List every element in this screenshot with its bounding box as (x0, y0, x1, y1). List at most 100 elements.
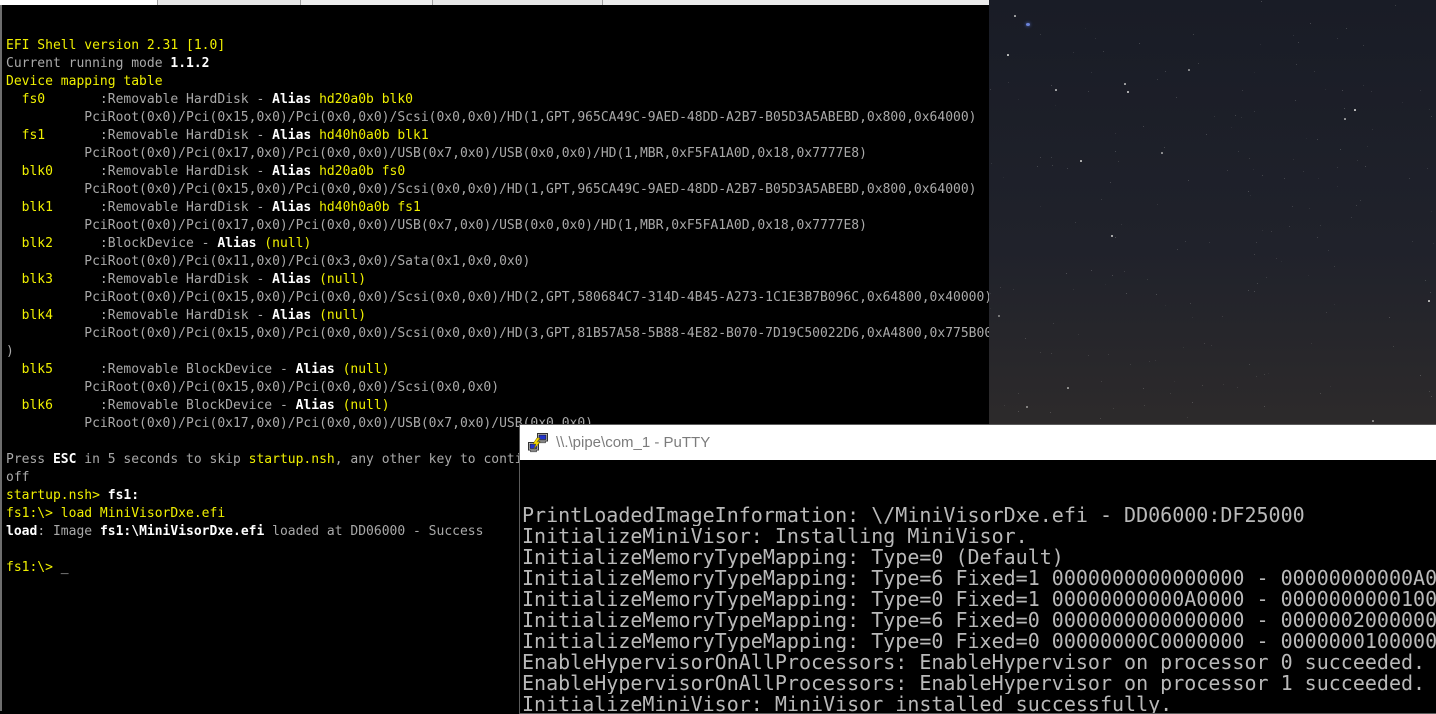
star-speck (1143, 126, 1144, 127)
star-speck (1431, 211, 1432, 212)
star-speck (1337, 38, 1338, 39)
star-speck (1402, 102, 1403, 103)
star-speck (1091, 72, 1092, 73)
star-speck (1091, 270, 1092, 271)
star-speck (1149, 361, 1150, 362)
star-speck (1320, 393, 1321, 394)
putty-line: InitializeMiniVisor: MiniVisor installed… (522, 694, 1436, 713)
star-speck (1073, 52, 1074, 53)
star-speck (1340, 149, 1341, 150)
star-speck (1260, 44, 1261, 45)
star-speck (1296, 64, 1297, 65)
star-speck (1040, 157, 1041, 158)
star-speck (1139, 43, 1140, 44)
putty-line: InitializeMemoryTypeMapping: Type=0 (Def… (522, 547, 1436, 568)
star-speck (1105, 284, 1106, 285)
star-speck (1018, 99, 1019, 100)
putty-terminal[interactable]: PrintLoadedImageInformation: \/MiniVisor… (520, 460, 1436, 713)
putty-titlebar[interactable]: \\.\pipe\com_1 - PuTTY (520, 425, 1436, 460)
star-speck (1330, 386, 1331, 387)
star-speck (1170, 393, 1171, 394)
console-line: PciRoot(0x0)/Pci(0x17,0x0)/Pci(0x0,0x0)/… (6, 145, 989, 163)
star-speck (1264, 374, 1265, 375)
bright-blue-star (1026, 23, 1030, 26)
star-speck (1431, 396, 1432, 397)
star-speck (1342, 90, 1343, 91)
star-speck (1183, 347, 1184, 348)
star-speck (1073, 289, 1074, 290)
star-speck (1284, 178, 1285, 179)
star-speck (1231, 127, 1232, 128)
star-speck (1115, 151, 1116, 152)
star-speck (1080, 160, 1082, 162)
star-speck (1204, 343, 1205, 344)
putty-line: EnableHypervisorOnAllProcessors: EnableH… (522, 652, 1436, 673)
star-speck (1372, 129, 1373, 130)
star-speck (1124, 271, 1125, 272)
star-speck (1051, 85, 1052, 86)
star-speck (1206, 134, 1207, 135)
star-speck (1026, 406, 1028, 408)
star-speck (1433, 243, 1434, 244)
star-speck (1144, 405, 1145, 406)
console-line: blk3 :Removable HardDisk - Alias (null) (6, 271, 989, 289)
star-speck (1111, 235, 1113, 237)
star-speck (1420, 90, 1421, 91)
star-speck (1346, 28, 1347, 29)
star-speck (1395, 5, 1396, 6)
star-speck (1328, 250, 1329, 251)
star-speck (1248, 290, 1249, 291)
star-speck (1254, 111, 1255, 112)
star-speck (1268, 373, 1269, 374)
star-speck (1190, 303, 1191, 304)
console-line: ) (6, 343, 989, 361)
star-speck (1103, 51, 1104, 52)
star-speck (1214, 116, 1215, 117)
star-speck (1018, 411, 1019, 412)
star-speck (1101, 381, 1102, 382)
star-speck (1113, 408, 1114, 409)
star-speck (1334, 266, 1335, 267)
star-speck (1000, 287, 1001, 288)
star-speck (1317, 237, 1318, 238)
star-speck (1371, 91, 1372, 92)
console-line: blk0 :Removable HardDisk - Alias hd20a0b… (6, 163, 989, 181)
star-speck (1052, 165, 1053, 166)
star-speck (1420, 375, 1421, 376)
putty-terminal-output: PrintLoadedImageInformation: \/MiniVisor… (522, 505, 1436, 713)
star-speck (1124, 83, 1126, 85)
star-speck (1427, 168, 1428, 169)
star-speck (1249, 364, 1250, 365)
star-speck (1295, 100, 1296, 101)
putty-window[interactable]: \\.\pipe\com_1 - PuTTY PrintLoadedImageI… (519, 424, 1436, 714)
star-speck (1262, 175, 1263, 176)
star-speck (1238, 151, 1239, 152)
star-speck (1425, 280, 1426, 281)
star-speck (1325, 89, 1326, 90)
console-line: PciRoot(0x0)/Pci(0x15,0x0)/Pci(0x0,0x0)/… (6, 379, 989, 397)
star-speck (1428, 300, 1430, 302)
star-speck (1185, 241, 1186, 242)
star-speck (1130, 364, 1131, 365)
star-speck (1306, 138, 1307, 139)
console-line: PciRoot(0x0)/Pci(0x15,0x0)/Pci(0x0,0x0)/… (6, 181, 989, 199)
star-speck (1013, 289, 1014, 290)
star-speck (1372, 420, 1374, 422)
star-speck (1281, 261, 1282, 262)
star-speck (1365, 166, 1366, 167)
console-line: EFI Shell version 2.31 [1.0] (6, 37, 989, 55)
star-speck (1254, 254, 1255, 255)
star-speck (1298, 42, 1299, 43)
star-speck (1209, 242, 1210, 243)
star-speck (1337, 167, 1338, 168)
star-speck (1088, 91, 1089, 92)
star-speck (1235, 115, 1236, 116)
star-speck (1257, 283, 1258, 284)
star-speck (1053, 323, 1054, 324)
star-speck (1250, 195, 1251, 196)
star-speck (1161, 152, 1163, 154)
star-speck (1334, 304, 1335, 305)
star-speck (990, 293, 991, 294)
star-speck (1085, 28, 1086, 29)
star-speck (1354, 109, 1356, 111)
